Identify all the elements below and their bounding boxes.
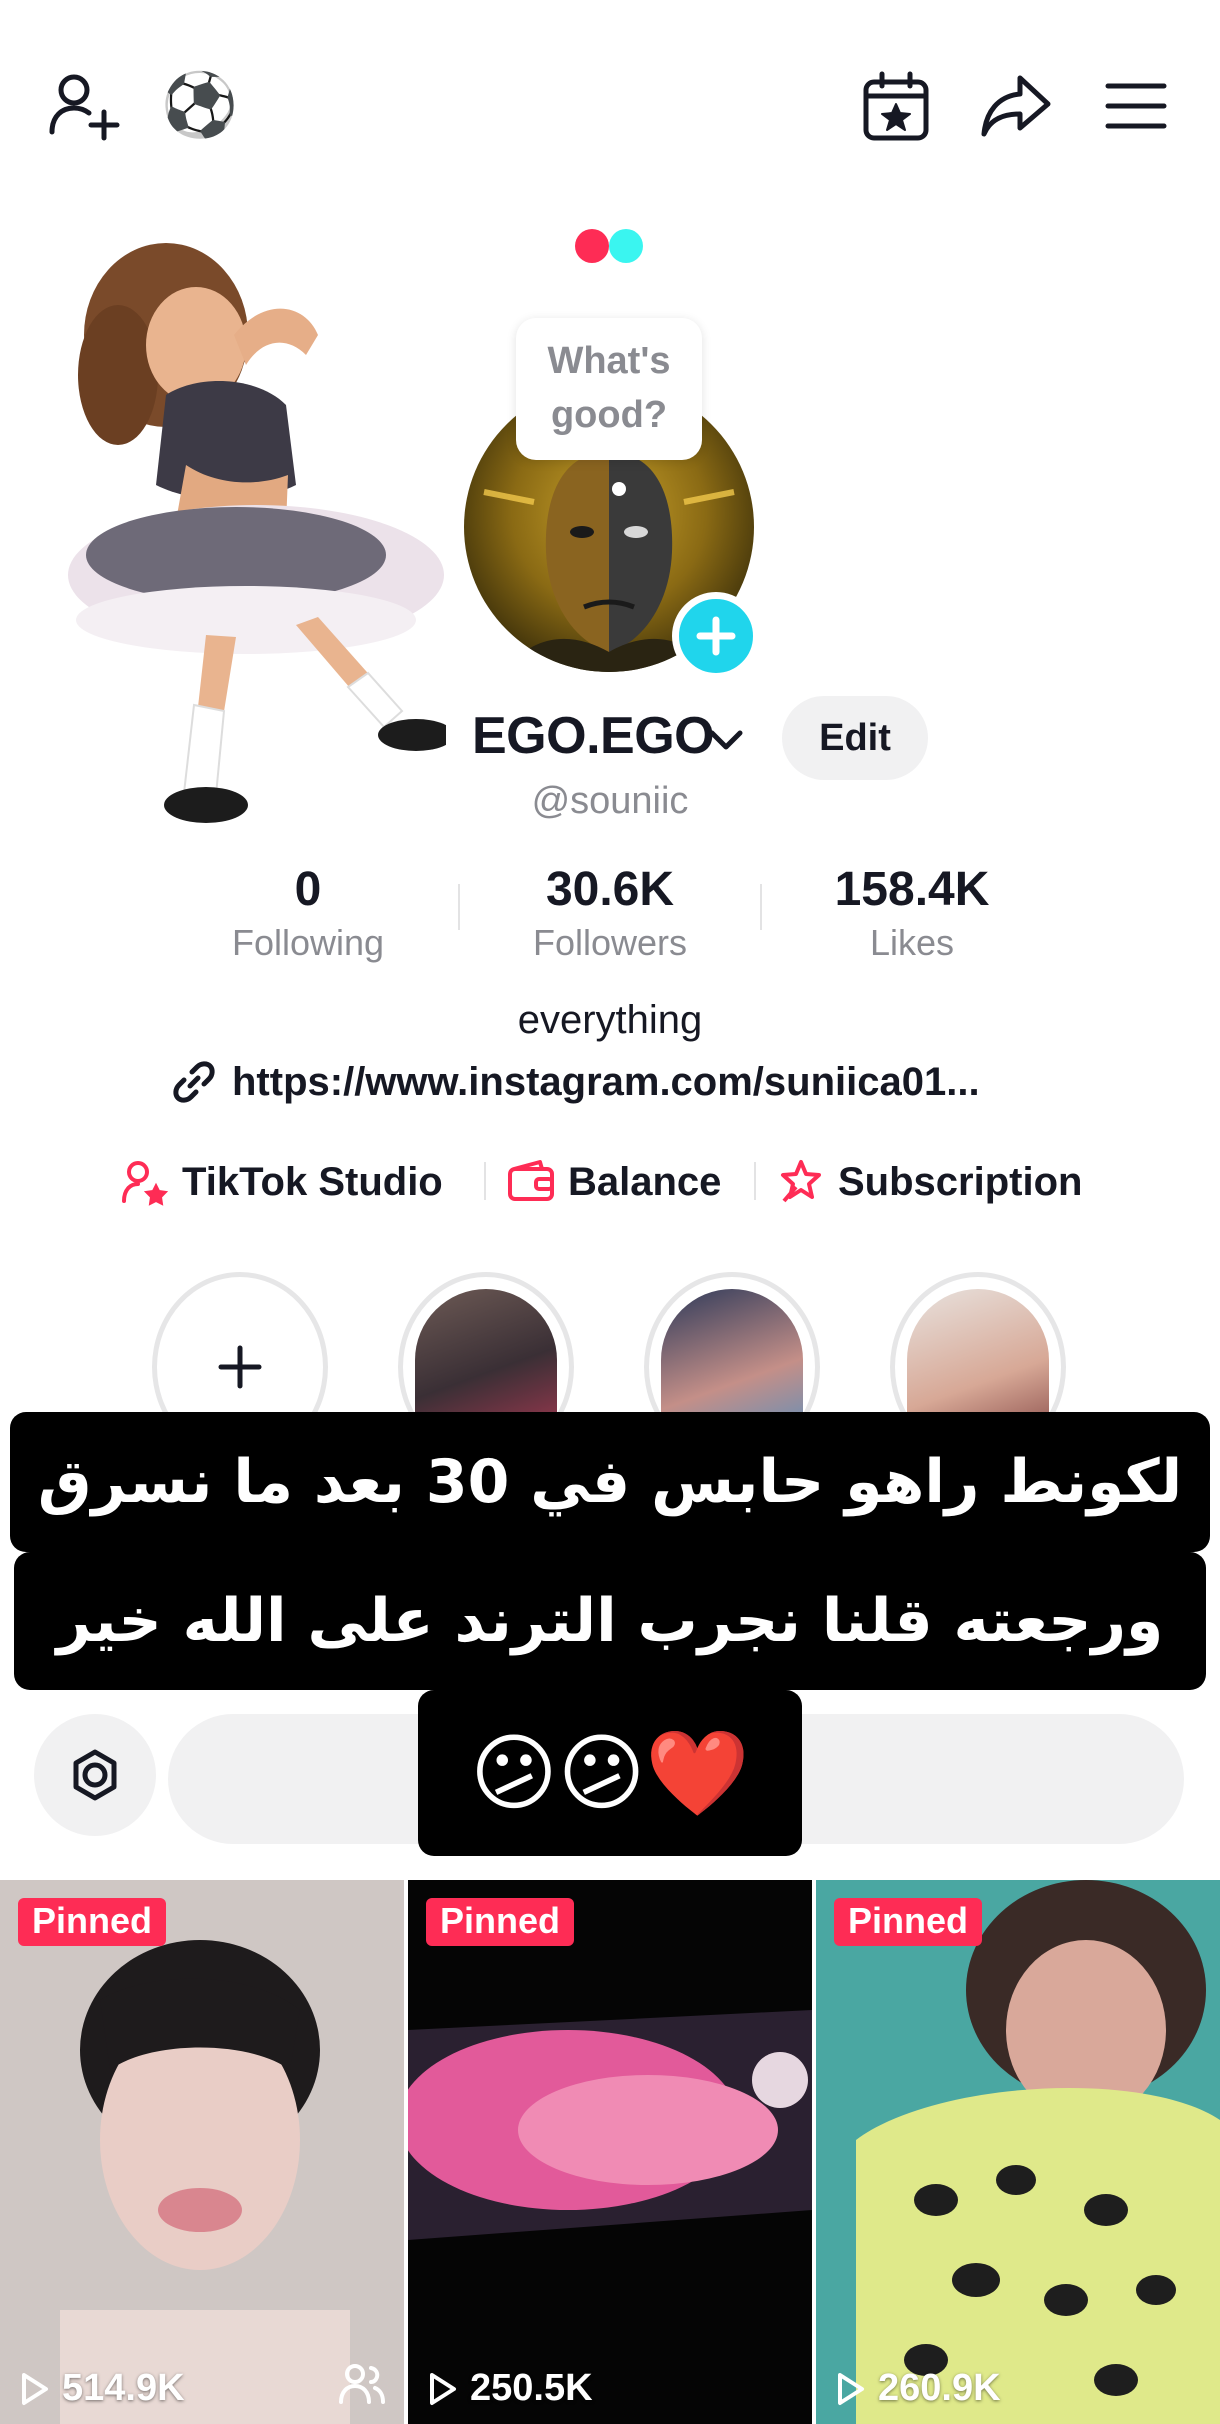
stat-label: Following <box>231 922 385 963</box>
video-tile[interactable]: Pinned 250.5K <box>408 1880 812 2424</box>
person-add-icon <box>49 74 120 141</box>
stat-following[interactable]: 0 Following <box>158 862 458 968</box>
username-handle: @souniic <box>531 780 689 822</box>
view-count: 250.5K <box>424 2367 593 2410</box>
status-bubble[interactable]: What's good? <box>516 318 702 460</box>
plus-icon <box>218 1345 262 1389</box>
share-arrow-icon <box>981 75 1051 137</box>
play-icon <box>838 2372 864 2405</box>
add-friend-button[interactable] <box>40 62 128 150</box>
star-badge-icon <box>781 1160 821 1203</box>
pinned-badge: Pinned <box>18 1898 167 1946</box>
pinned-badge: Pinned <box>426 1898 575 1946</box>
tiktok-studio-button[interactable]: TikTok Studio <box>120 1152 443 1212</box>
video-thumbnail <box>0 1880 404 2424</box>
caption-emoji-line: ❤️😕😕 <box>418 1690 802 1856</box>
divider <box>484 1162 486 1200</box>
bubble-dot <box>612 482 626 496</box>
profile-link[interactable]: https://www.instagram.com/suniica01... <box>170 1058 980 1106</box>
play-icon <box>22 2372 48 2405</box>
tool-label: Subscription <box>838 1159 1083 1204</box>
balance-button[interactable]: Balance <box>506 1152 721 1212</box>
wallet-icon <box>508 1160 554 1201</box>
bio-text: everything <box>517 998 703 1042</box>
share-button[interactable] <box>972 62 1060 150</box>
stat-label: Likes <box>869 922 955 963</box>
caption-line-2: ورجعته قلنا نجرب الترند على الله خير <box>14 1552 1206 1690</box>
video-thumbnail <box>816 1880 1220 2424</box>
calendar-star-icon <box>863 71 929 141</box>
stat-value: 0 <box>294 863 322 916</box>
soccer-ball-icon[interactable]: ⚽ <box>156 62 244 150</box>
dancing-girl-sticker <box>56 225 454 840</box>
stat-value: 30.6K <box>545 863 675 916</box>
stat-likes[interactable]: 158.4K Likes <box>762 862 1062 968</box>
caption-line-1: لكونط راهو حابس في 30 بعد ما نسرق <box>10 1412 1210 1552</box>
tool-label: TikTok Studio <box>182 1159 443 1204</box>
tool-label: Balance <box>568 1159 722 1204</box>
stat-followers[interactable]: 30.6K Followers <box>460 862 760 968</box>
video-thumbnail <box>408 1880 812 2424</box>
gear-icon <box>73 1749 117 1801</box>
view-count: 514.9K <box>16 2367 185 2410</box>
tiktok-dots-icon <box>574 228 648 264</box>
menu-button[interactable] <box>1092 62 1180 150</box>
menu-icon <box>1105 83 1167 129</box>
video-tile[interactable]: Pinned 260.9K <box>816 1880 1220 2424</box>
stat-label: Followers <box>532 922 688 963</box>
divider <box>754 1162 756 1200</box>
stat-value: 158.4K <box>834 863 990 916</box>
subscription-button[interactable]: Subscription <box>776 1152 1082 1212</box>
video-tile[interactable]: Pinned 514.9K <box>0 1880 404 2424</box>
person-star-icon <box>122 1161 169 1206</box>
link-text: https://www.instagram.com/suniica01... <box>232 1059 980 1104</box>
pinned-badge: Pinned <box>834 1898 983 1946</box>
play-icon <box>430 2372 456 2405</box>
plus-icon <box>696 616 736 656</box>
people-icon <box>339 2364 385 2404</box>
display-name[interactable]: EGO.EGO <box>472 706 715 766</box>
settings-button[interactable] <box>34 1714 156 1836</box>
link-icon <box>173 1061 215 1103</box>
calendar-button[interactable] <box>852 62 940 150</box>
chevron-down-icon[interactable] <box>706 720 746 760</box>
add-story-button[interactable] <box>672 592 760 680</box>
edit-profile-button[interactable]: Edit <box>782 696 928 780</box>
view-count: 260.9K <box>832 2367 1001 2410</box>
